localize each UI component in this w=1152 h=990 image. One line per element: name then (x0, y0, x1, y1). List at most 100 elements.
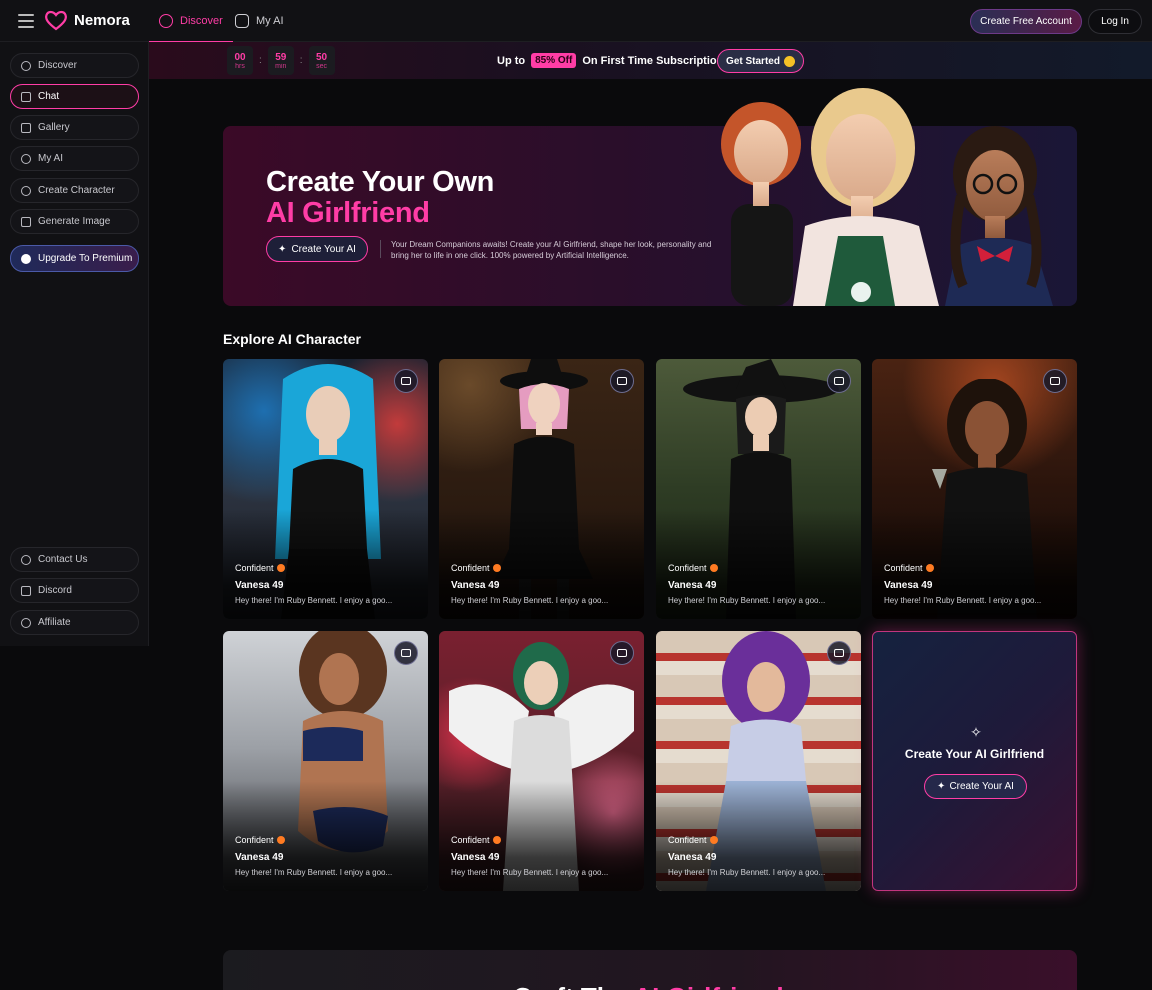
login-button[interactable]: Log In (1088, 9, 1142, 34)
hero-create-ai-label: Create Your AI (291, 243, 356, 255)
card-chat-button[interactable] (827, 369, 851, 393)
card-chat-button[interactable] (394, 641, 418, 665)
sidebar-item-label: Discord (38, 585, 72, 596)
smile-emoji-icon (783, 55, 795, 67)
timer-hours: 00 hrs (227, 46, 253, 75)
sparkle-icon: ✧ (970, 724, 982, 740)
sidebar-item-create-character[interactable]: Create Character (10, 178, 139, 203)
hero-divider (380, 240, 381, 258)
discord-icon (21, 585, 31, 596)
grid-icon (21, 122, 31, 133)
hero-create-ai-button[interactable]: ✦ Create Your AI (266, 236, 368, 262)
hero-banner: Create Your Own AI Girlfriend ✦ Create Y… (223, 88, 1077, 306)
character-card[interactable]: Confident Vanesa 49 Hey there! I'm Ruby … (872, 359, 1077, 619)
upgrade-premium-label: Upgrade To Premium (38, 253, 133, 264)
sidebar: Discover Chat Gallery My AI Create Chara… (0, 42, 149, 646)
card-chat-button[interactable] (394, 369, 418, 393)
upgrade-premium-button[interactable]: Upgrade To Premium (10, 245, 139, 272)
top-bar: Nemora Discover My AI Create Free Accoun… (0, 0, 1152, 43)
sidebar-item-affiliate[interactable]: Affiliate (10, 610, 139, 635)
trait-label: Confident (235, 835, 274, 845)
sidebar-item-chat[interactable]: Chat (10, 84, 139, 109)
chat-icon (617, 377, 627, 385)
get-started-button[interactable]: Get Started (717, 49, 804, 73)
timer-seconds-value: 50 (316, 51, 328, 63)
trait-label: Confident (451, 563, 490, 573)
explore-section-title: Explore AI Character (223, 331, 361, 347)
trait-label: Confident (668, 563, 707, 573)
trait-label: Confident (451, 835, 490, 845)
sidebar-item-label: Affiliate (38, 617, 71, 628)
card-chat-button[interactable] (610, 369, 634, 393)
character-card[interactable]: Confident Vanesa 49 Hey there! I'm Ruby … (439, 359, 644, 619)
fire-emoji-icon (709, 564, 718, 572)
promo-text-after: On First Time Subscription (582, 54, 724, 67)
chat-icon (401, 377, 411, 385)
character-card[interactable]: Confident Vanesa 49 Hey there! I'm Ruby … (223, 359, 428, 619)
card-name: Vanesa 49 (451, 580, 500, 591)
crown-icon (21, 253, 31, 264)
bot-icon (235, 14, 249, 28)
card-trait: Confident (884, 563, 934, 573)
card-chat-button[interactable] (827, 641, 851, 665)
card-description: Hey there! I'm Ruby Bennett. I enjoy a g… (451, 596, 609, 605)
character-card[interactable]: Confident Vanesa 49 Hey there! I'm Ruby … (656, 631, 861, 891)
brand-logo[interactable]: Nemora (44, 9, 130, 31)
tab-my-ai[interactable]: My AI (235, 0, 284, 42)
chat-icon (834, 377, 844, 385)
timer-separator: : (259, 55, 262, 66)
sidebar-item-label: Create Character (38, 185, 115, 196)
craft-section-banner: Craft The AI Girlfriend (223, 950, 1077, 990)
sidebar-item-discord[interactable]: Discord (10, 578, 139, 603)
timer-minutes-value: 59 (275, 51, 287, 63)
chat-icon (21, 91, 31, 102)
trait-label: Confident (884, 563, 923, 573)
hero-characters-image (721, 88, 1053, 306)
sidebar-item-contact-us[interactable]: Contact Us (10, 547, 139, 572)
character-card[interactable]: Confident Vanesa 49 Hey there! I'm Ruby … (223, 631, 428, 891)
card-trait: Confident (668, 563, 718, 573)
card-chat-button[interactable] (610, 641, 634, 665)
compass-icon (21, 60, 31, 71)
craft-title-white: Craft The (513, 982, 633, 990)
compass-icon (159, 14, 173, 28)
sidebar-item-label: Generate Image (38, 216, 111, 227)
craft-section-title: Craft The AI Girlfriend (513, 982, 784, 990)
sidebar-item-label: Contact Us (38, 554, 88, 565)
card-trait: Confident (668, 835, 718, 845)
card-description: Hey there! I'm Ruby Bennett. I enjoy a g… (235, 596, 393, 605)
menu-icon[interactable] (18, 14, 34, 28)
magic-wand-icon: ✦ (937, 781, 946, 792)
card-chat-button[interactable] (1043, 369, 1067, 393)
chat-icon (1050, 377, 1060, 385)
card-name: Vanesa 49 (668, 580, 717, 591)
create-ai-card[interactable]: ✧ Create Your AI Girlfriend ✦ Create You… (872, 631, 1077, 891)
chat-icon (617, 649, 627, 657)
character-card[interactable]: Confident Vanesa 49 Hey there! I'm Ruby … (656, 359, 861, 619)
craft-title-accent: AI Girlfriend (633, 982, 783, 990)
sidebar-item-discover[interactable]: Discover (10, 53, 139, 78)
fire-emoji-icon (276, 564, 285, 572)
sidebar-item-label: Gallery (38, 122, 70, 133)
sidebar-item-my-ai[interactable]: My AI (10, 146, 139, 171)
brand-name: Nemora (74, 11, 130, 29)
sidebar-item-generate-image[interactable]: Generate Image (10, 209, 139, 234)
card-description: Hey there! I'm Ruby Bennett. I enjoy a g… (451, 868, 609, 877)
sidebar-item-gallery[interactable]: Gallery (10, 115, 139, 140)
create-card-button[interactable]: ✦ Create Your AI (924, 774, 1027, 799)
character-card[interactable]: Confident Vanesa 49 Hey there! I'm Ruby … (439, 631, 644, 891)
chat-icon (401, 649, 411, 657)
create-account-button[interactable]: Create Free Account (970, 9, 1082, 34)
tab-discover[interactable]: Discover (149, 0, 233, 43)
countdown-timer: 00 hrs : 59 min : 50 sec (227, 46, 335, 75)
tab-discover-label: Discover (180, 15, 223, 27)
card-description: Hey there! I'm Ruby Bennett. I enjoy a g… (235, 868, 393, 877)
timer-hours-unit: hrs (235, 62, 245, 70)
card-trait: Confident (451, 563, 501, 573)
card-description: Hey there! I'm Ruby Bennett. I enjoy a g… (668, 868, 826, 877)
trait-label: Confident (235, 563, 274, 573)
card-trait: Confident (451, 835, 501, 845)
fire-emoji-icon (492, 836, 501, 844)
hero-description: Your Dream Companions awaits! Create you… (391, 240, 712, 260)
discount-badge: 85% Off (531, 53, 577, 68)
